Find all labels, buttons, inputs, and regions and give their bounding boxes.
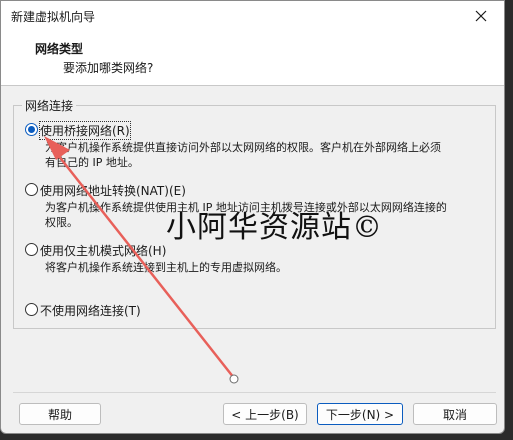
watermark-text: 小阿华资源站© — [166, 210, 383, 245]
